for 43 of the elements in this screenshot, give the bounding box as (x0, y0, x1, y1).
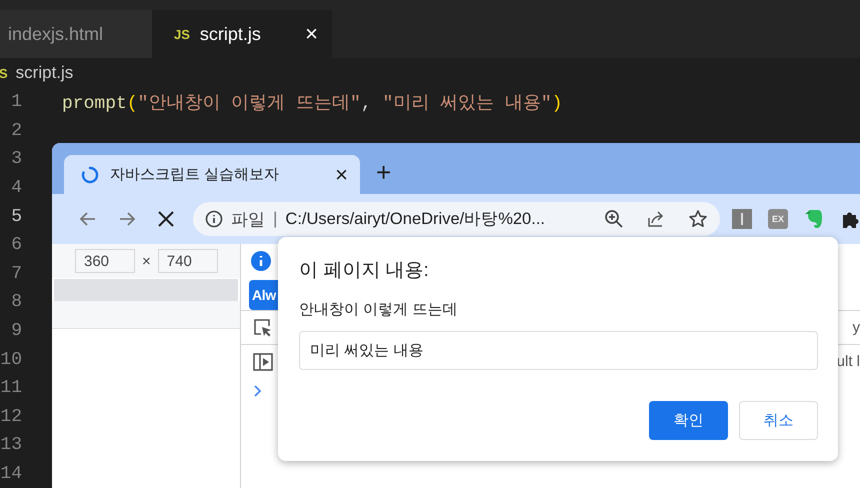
info-icon[interactable] (205, 210, 223, 228)
line-number: 7 (10, 264, 22, 284)
info-icon (251, 251, 271, 271)
dialog-title: 이 페이지 내용: (299, 259, 430, 283)
line-number: 11 (0, 378, 22, 398)
inspect-icon[interactable] (253, 318, 273, 338)
input-field[interactable]: 미리 써있는 내용 (299, 331, 818, 370)
line-number: 2 (10, 120, 22, 141)
line-number: 4 (10, 178, 22, 198)
editor-tab[interactable]: JS script.js × (152, 10, 332, 58)
line-number: 9 (10, 321, 22, 342)
times-sign: × (142, 252, 151, 270)
new-tab-button[interactable]: + (376, 158, 392, 184)
line-number: 1 (10, 92, 22, 112)
cancel-button[interactable]: 취소 (739, 401, 818, 440)
line-number: 8 (10, 292, 22, 312)
browser-tab[interactable]: 자바스크립트 실습해보자 × (64, 155, 360, 194)
tab-title: 자바스크립트 실습해보자 (110, 165, 280, 184)
close-icon[interactable]: × (335, 162, 348, 188)
line-number: 12 (0, 406, 22, 427)
action-button[interactable]: Alw (249, 280, 278, 310)
line-number: 13 (0, 435, 22, 456)
breadcrumb-item[interactable]: script.js (16, 63, 74, 83)
line-number: 6 (10, 235, 22, 256)
line-number: 10 (0, 350, 22, 370)
toolbar-label: y (852, 319, 860, 336)
width-field[interactable]: 360 (75, 249, 135, 273)
close-icon[interactable]: × (305, 21, 318, 47)
extension-icon[interactable] (732, 209, 752, 229)
star-icon[interactable] (688, 209, 708, 229)
code-line: prompt("안내창이 이렇게 뜨는데", "미리 써있는 내용") (62, 93, 562, 114)
line-number: 14 (0, 464, 22, 484)
line-number: 5 (10, 206, 22, 227)
height-field[interactable]: 740 (158, 249, 218, 273)
stop-icon[interactable] (156, 210, 174, 228)
editor-tab[interactable]: indexjs.html (0, 10, 152, 58)
line-number: 3 (10, 149, 22, 170)
chevron-icon[interactable] (253, 384, 263, 398)
dialog-message: 안내창이 이렇게 뜨는데 (299, 300, 458, 319)
panel-toggle-icon[interactable] (253, 352, 273, 372)
address-bar[interactable]: 파일 | C:/Users/airyt/OneDrive/바탕%20... (193, 202, 720, 236)
zoom-icon[interactable] (604, 209, 624, 229)
confirm-button[interactable]: 확인 (649, 401, 728, 440)
